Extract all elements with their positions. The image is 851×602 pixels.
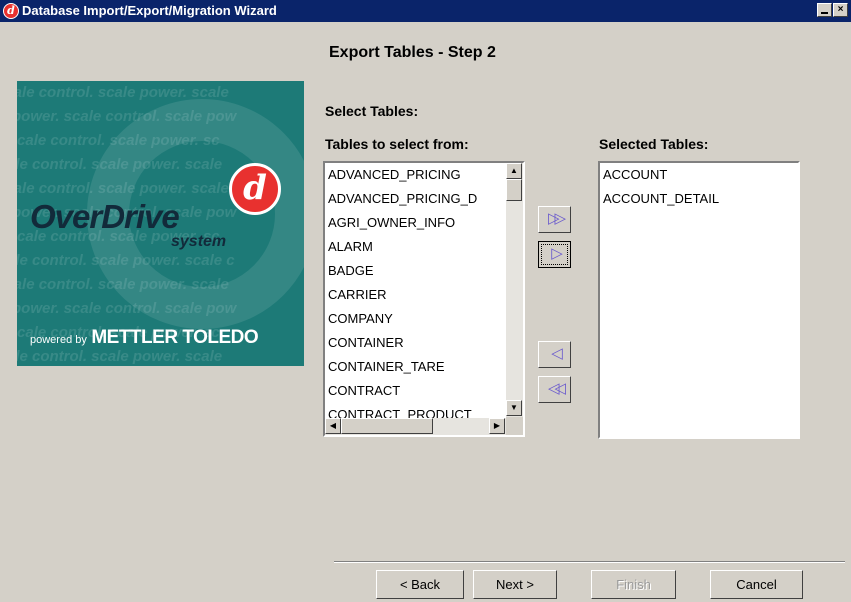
list-item[interactable]: AGRI_OWNER_INFO xyxy=(328,211,455,235)
remove-all-button[interactable]: ◁◁ xyxy=(538,376,571,403)
list-item[interactable]: ADVANCED_PRICING_D xyxy=(328,187,477,211)
app-icon: d xyxy=(3,3,19,19)
list-item[interactable]: BADGE xyxy=(328,259,374,283)
scroll-up-icon[interactable]: ▲ xyxy=(506,163,522,179)
close-button[interactable]: × xyxy=(833,3,848,17)
logo-brand: OverDrive xyxy=(30,198,180,235)
list-item[interactable]: CARRIER xyxy=(328,283,387,307)
source-tables-list[interactable]: ADVANCED_PRICING ADVANCED_PRICING_D AGRI… xyxy=(323,161,525,437)
remove-button[interactable]: ◁ xyxy=(538,341,571,368)
scroll-down-icon[interactable]: ▼ xyxy=(506,400,522,416)
button-separator xyxy=(334,561,845,563)
step-title: Export Tables - Step 2 xyxy=(329,44,496,61)
wizard-window: d Database Import/Export/Migration Wizar… xyxy=(0,0,851,602)
scroll-left-icon[interactable]: ◀ xyxy=(325,418,341,434)
tables-from-label: Tables to select from: xyxy=(325,136,469,152)
overdrive-logo: scale control. scale power. scale power.… xyxy=(17,81,304,366)
right-arrow-icon: ▷ xyxy=(551,245,562,262)
list-item[interactable]: CONTAINER xyxy=(328,331,404,355)
next-button[interactable]: Next > xyxy=(473,570,557,599)
horizontal-scrollbar[interactable]: ◀ ▶ xyxy=(325,418,506,435)
horizontal-scroll-thumb[interactable] xyxy=(341,418,433,434)
company-name: METTLER TOLEDO xyxy=(91,327,259,348)
select-tables-label: Select Tables: xyxy=(325,103,419,119)
list-item[interactable]: CONTAINER_TARE xyxy=(328,355,445,379)
finish-button[interactable]: Finish xyxy=(591,570,676,599)
list-item[interactable]: ACCOUNT_DETAIL xyxy=(603,187,719,211)
vertical-scrollbar[interactable]: ▲ ▼ xyxy=(506,163,523,417)
list-item[interactable]: ALARM xyxy=(328,235,373,259)
back-button[interactable]: < Back xyxy=(376,570,464,599)
minimize-button[interactable] xyxy=(817,3,832,17)
title-bar[interactable]: d Database Import/Export/Migration Wizar… xyxy=(0,0,851,22)
logo-system: system xyxy=(171,233,227,250)
list-item[interactable]: ADVANCED_PRICING xyxy=(328,163,461,187)
powered-by-text: powered by xyxy=(30,334,87,346)
window-title: Database Import/Export/Migration Wizard xyxy=(22,3,277,18)
selected-tables-label: Selected Tables: xyxy=(599,136,709,152)
powered-by-line: powered by METTLER TOLEDO xyxy=(30,327,259,349)
double-right-arrow-icon: ▷▷ xyxy=(547,210,566,227)
selected-tables-list[interactable]: ACCOUNT ACCOUNT_DETAIL xyxy=(598,161,800,439)
double-left-arrow-icon: ◁◁ xyxy=(547,380,566,397)
list-item[interactable]: COMPANY xyxy=(328,307,393,331)
cancel-button[interactable]: Cancel xyxy=(710,570,803,599)
scroll-right-icon[interactable]: ▶ xyxy=(489,418,505,434)
left-arrow-icon: ◁ xyxy=(551,345,562,362)
scrollbar-corner xyxy=(506,417,523,435)
add-all-button[interactable]: ▷▷ xyxy=(538,206,571,233)
vertical-scroll-thumb[interactable] xyxy=(506,179,522,201)
overdrive-badge-icon: d xyxy=(229,163,281,215)
list-item[interactable]: ACCOUNT xyxy=(603,163,667,187)
list-item[interactable]: CONTRACT xyxy=(328,379,400,403)
add-button[interactable]: ▷ xyxy=(538,241,571,268)
